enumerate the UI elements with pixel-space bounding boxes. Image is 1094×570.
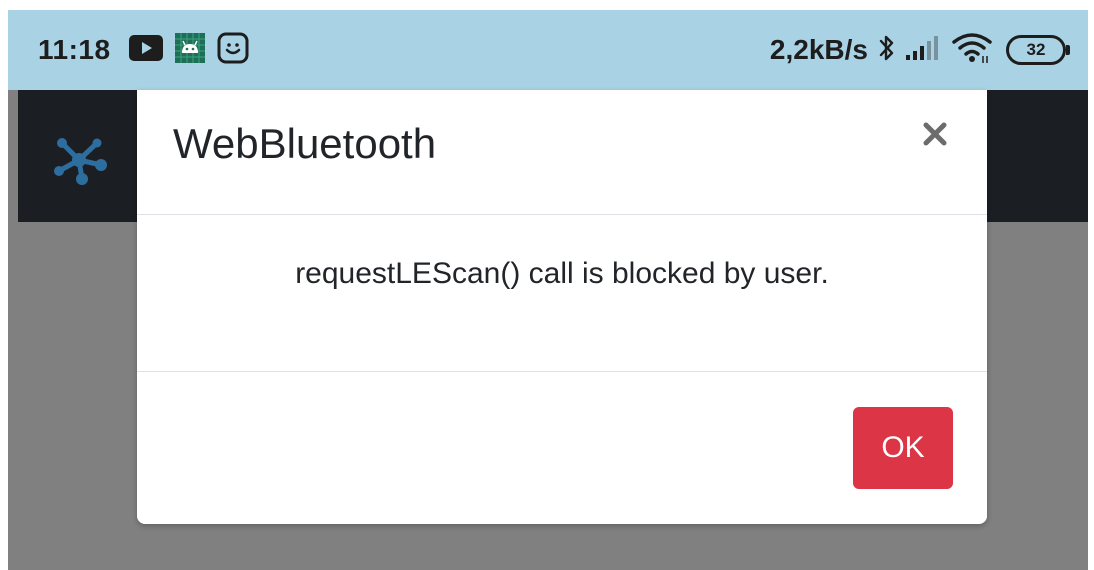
network-speed: 2,2kB/s (769, 34, 868, 65)
close-icon (911, 122, 959, 161)
status-bar: 11:18 2,2kB/s 32 (8, 10, 1088, 90)
status-right: 2,2kB/s 32 (769, 32, 1070, 69)
dialog-message: requestLEScan() call is blocked by user. (295, 257, 829, 290)
dialog-body: requestLEScan() call is blocked by user. (137, 215, 987, 372)
battery-level: 32 (1026, 40, 1046, 59)
bluetooth-icon (878, 33, 896, 68)
network-graph-icon (52, 132, 110, 188)
android-studio-icon (174, 32, 205, 68)
battery-icon: 32 (1006, 35, 1070, 65)
wifi-icon (952, 32, 992, 69)
status-left: 11:18 (38, 32, 249, 69)
ok-button[interactable]: OK (853, 407, 953, 489)
alert-dialog: WebBluetooth requestLEScan() call is blo… (137, 90, 987, 524)
signal-icon (906, 35, 942, 66)
dialog-footer: OK (137, 372, 987, 524)
smile-app-icon (217, 32, 249, 69)
status-time: 11:18 (38, 34, 111, 65)
device-screen: 11:18 2,2kB/s 32 WebBluetooth requestLES… (8, 10, 1088, 570)
dialog-title: WebBluetooth (173, 120, 437, 167)
youtube-icon (128, 34, 163, 66)
dialog-header: WebBluetooth (137, 90, 987, 215)
close-button[interactable] (911, 110, 959, 158)
